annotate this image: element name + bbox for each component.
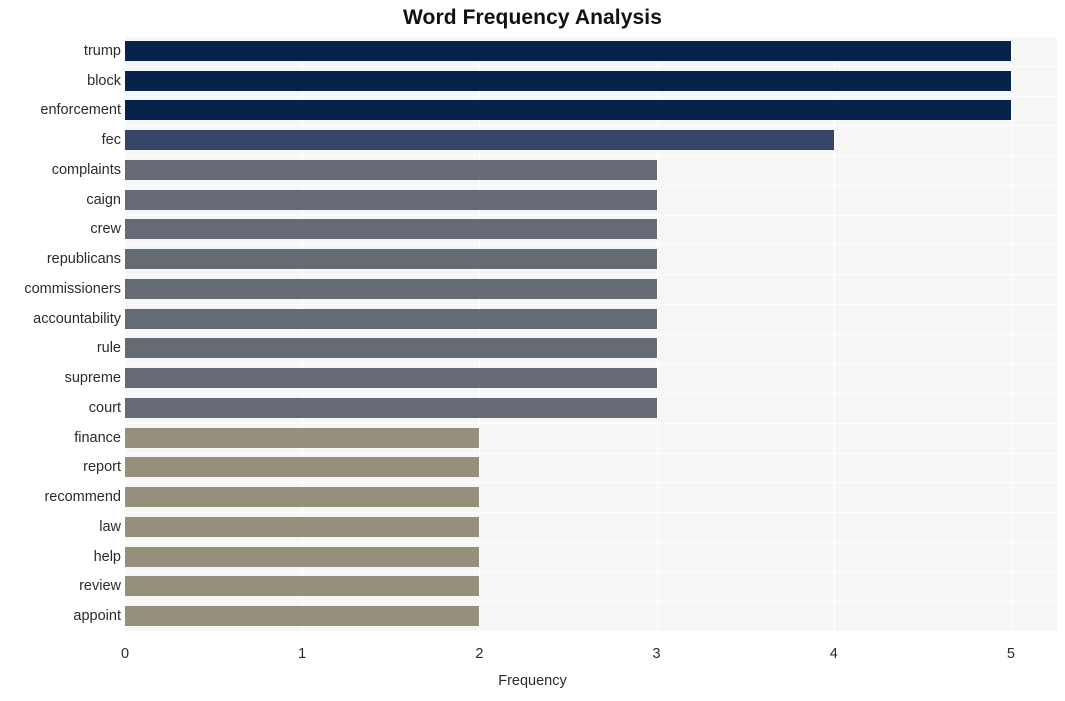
y-gridline — [125, 125, 1057, 126]
y-tick-label-block: block — [87, 72, 121, 89]
y-gridline — [125, 96, 1057, 97]
y-tick-label-fec: fec — [101, 132, 121, 149]
bar-supreme[interactable] — [125, 368, 657, 389]
y-tick-label-appoint: appoint — [73, 608, 121, 625]
y-tick-label-rule: rule — [96, 340, 121, 357]
bar-finance[interactable] — [125, 427, 480, 448]
y-gridline — [125, 542, 1057, 543]
y-axis: trump block enforcement fec complaints caign c… — [0, 36, 121, 631]
y-tick-label-complaints: complaints — [51, 161, 121, 178]
x-tick-label-4: 4 — [829, 646, 838, 662]
y-tick-label-court: court — [88, 399, 121, 416]
y-tick-label-review: review — [79, 578, 121, 595]
y-tick-label-republicans: republicans — [46, 251, 121, 268]
y-gridline — [125, 215, 1057, 216]
y-gridline — [125, 334, 1057, 335]
y-gridline — [125, 36, 1057, 37]
bar-trump[interactable] — [125, 40, 1011, 61]
y-tick-label-enforcement: enforcement — [40, 102, 121, 119]
y-tick-label-accountability: accountability — [33, 310, 121, 327]
bar-block[interactable] — [125, 70, 1011, 91]
y-tick-label-supreme: supreme — [64, 370, 121, 387]
y-tick-label-caign: caign — [86, 191, 121, 208]
y-tick-label-trump: trump — [83, 42, 121, 59]
y-gridline — [125, 155, 1057, 156]
y-gridline — [125, 363, 1057, 364]
bar-crew[interactable] — [125, 219, 657, 240]
bar-accountability[interactable] — [125, 308, 657, 329]
y-gridline — [125, 185, 1057, 186]
y-gridline — [125, 393, 1057, 394]
y-tick-label-finance: finance — [74, 429, 121, 446]
y-tick-label-report: report — [83, 459, 121, 476]
y-gridline — [125, 423, 1057, 424]
bar-rule[interactable] — [125, 338, 657, 359]
bar-caign[interactable] — [125, 189, 657, 210]
bar-republicans[interactable] — [125, 249, 657, 270]
x-axis: 0 1 2 3 4 5 — [121, 631, 1057, 662]
bar-report[interactable] — [125, 457, 480, 478]
chart-title: Word Frequency Analysis — [402, 6, 663, 29]
bar-law[interactable] — [125, 516, 480, 537]
x-tick-label-5: 5 — [1006, 646, 1015, 662]
y-gridline — [125, 244, 1057, 245]
x-tick-label-2: 2 — [475, 646, 484, 662]
bar-enforcement[interactable] — [125, 100, 1011, 121]
y-tick-label-crew: crew — [90, 221, 121, 238]
x-tick-label-1: 1 — [298, 646, 307, 662]
y-gridline — [125, 482, 1057, 483]
x-axis-title: Frequency — [498, 673, 567, 689]
word-frequency-chart: Word Frequency Analysis trump block enforc… — [0, 0, 1065, 701]
plot-area — [125, 36, 1057, 631]
bar-court[interactable] — [125, 397, 657, 418]
bar-review[interactable] — [125, 576, 480, 597]
y-gridline — [125, 512, 1057, 513]
x-tick-label-3: 3 — [652, 646, 661, 662]
y-gridline — [125, 572, 1057, 573]
y-tick-label-law: law — [99, 518, 121, 535]
bar-commissioners[interactable] — [125, 278, 657, 299]
y-gridline — [125, 453, 1057, 454]
y-tick-label-help: help — [93, 548, 121, 565]
y-tick-label-commissioners: commissioners — [24, 280, 121, 297]
bar-complaints[interactable] — [125, 159, 657, 180]
bar-appoint[interactable] — [125, 606, 480, 627]
y-gridline — [125, 66, 1057, 67]
bar-recommend[interactable] — [125, 487, 480, 508]
bar-help[interactable] — [125, 546, 480, 567]
x-tick-label-0: 0 — [120, 646, 130, 662]
y-gridline — [125, 274, 1057, 275]
y-gridline — [125, 601, 1057, 602]
y-gridline — [125, 304, 1057, 305]
y-tick-label-recommend: recommend — [44, 489, 121, 506]
bar-fec[interactable] — [125, 130, 834, 151]
